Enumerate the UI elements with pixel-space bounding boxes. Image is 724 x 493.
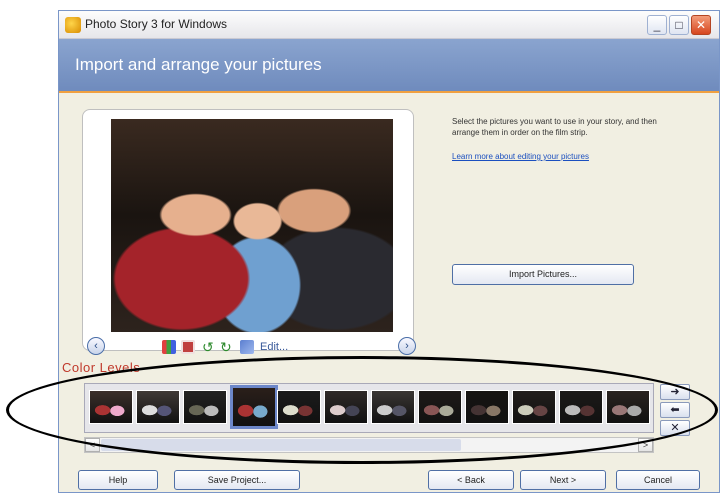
instructions-text: Select the pictures you want to use in y…: [452, 117, 657, 137]
filmstrip-thumbnail[interactable]: [465, 390, 509, 424]
filmstrip-thumbnail[interactable]: [324, 390, 368, 424]
learn-more-link[interactable]: Learn more about editing your pictures: [452, 152, 589, 161]
page-title: Import and arrange your pictures: [75, 55, 322, 74]
scroll-right-button[interactable]: >: [638, 438, 653, 452]
scrollbar-thumb[interactable]: [101, 439, 461, 451]
move-right-button[interactable]: ➜: [660, 384, 690, 400]
remove-picture-button[interactable]: ✕: [660, 420, 690, 436]
film-strip[interactable]: [84, 383, 654, 433]
previous-picture-button[interactable]: ‹: [87, 337, 105, 355]
save-project-button[interactable]: Save Project...: [174, 470, 300, 490]
preview-frame: [82, 109, 414, 351]
edit-button-label[interactable]: Edit...: [260, 341, 288, 353]
scroll-left-button[interactable]: <: [85, 438, 100, 452]
window-title: Photo Story 3 for Windows: [85, 17, 228, 31]
edit-icon[interactable]: [240, 340, 254, 354]
photo-toolbar: ‹ ↺ ↻ Edit... ›: [82, 337, 416, 359]
selected-photo-preview: [111, 119, 393, 332]
next-picture-button[interactable]: ›: [398, 337, 416, 355]
remove-red-eye-icon[interactable]: [181, 340, 195, 354]
filmstrip-thumbnail[interactable]: [136, 390, 180, 424]
filmstrip-thumbnail[interactable]: [183, 390, 227, 424]
photo-story-app-icon: [65, 17, 81, 33]
filmstrip-thumbnail[interactable]: [606, 390, 650, 424]
auto-color-levels-icon[interactable]: [162, 340, 176, 354]
filmstrip-thumbnail[interactable]: [512, 390, 556, 424]
rotate-left-icon[interactable]: ↺: [202, 340, 216, 354]
import-pictures-button[interactable]: Import Pictures...: [452, 264, 634, 285]
cancel-button[interactable]: Cancel: [616, 470, 700, 490]
move-left-button[interactable]: ⬅: [660, 402, 690, 418]
filmstrip-thumbnail[interactable]: [230, 385, 278, 429]
filmstrip-thumbnail[interactable]: [418, 390, 462, 424]
filmstrip-thumbnail[interactable]: [277, 390, 321, 424]
filmstrip-thumbnail[interactable]: [559, 390, 603, 424]
color-levels-tooltip: Color Levels: [62, 360, 141, 375]
close-button[interactable]: ✕: [691, 15, 711, 35]
filmstrip-scrollbar[interactable]: < >: [84, 437, 654, 453]
header-banner: Import and arrange your pictures: [59, 39, 719, 93]
maximize-button[interactable]: □: [669, 15, 689, 35]
next-button[interactable]: Next >: [520, 470, 606, 490]
minimize-button[interactable]: _: [647, 15, 667, 35]
filmstrip-thumbnail[interactable]: [371, 390, 415, 424]
back-button[interactable]: < Back: [428, 470, 514, 490]
title-bar: Photo Story 3 for Windows _ □ ✕: [59, 11, 719, 39]
filmstrip-thumbnail[interactable]: [89, 390, 133, 424]
help-button[interactable]: Help: [78, 470, 158, 490]
rotate-right-icon[interactable]: ↻: [220, 340, 234, 354]
